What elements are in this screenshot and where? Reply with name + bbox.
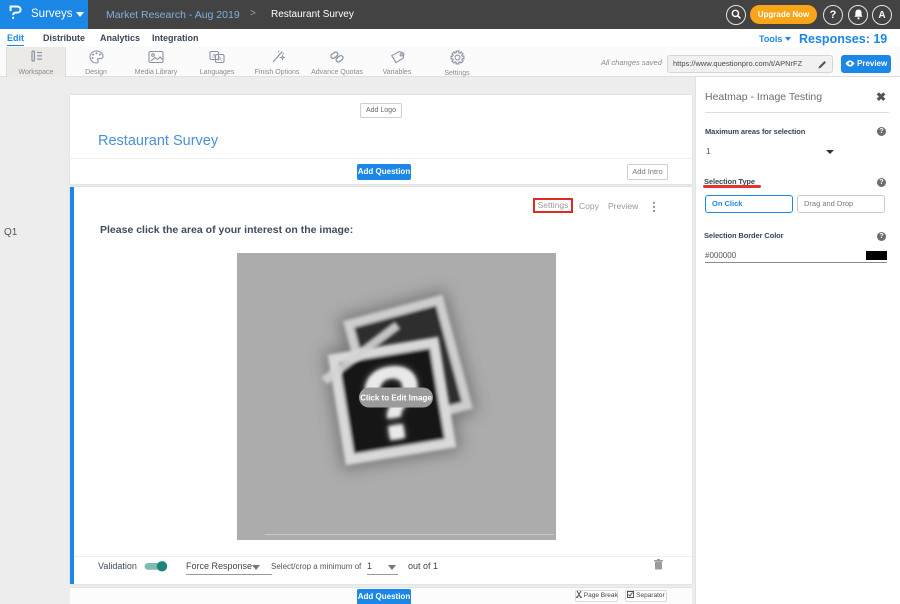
svg-text:A: A [218, 57, 222, 63]
svg-text:Click to Edit Image: Click to Edit Image [360, 394, 432, 403]
